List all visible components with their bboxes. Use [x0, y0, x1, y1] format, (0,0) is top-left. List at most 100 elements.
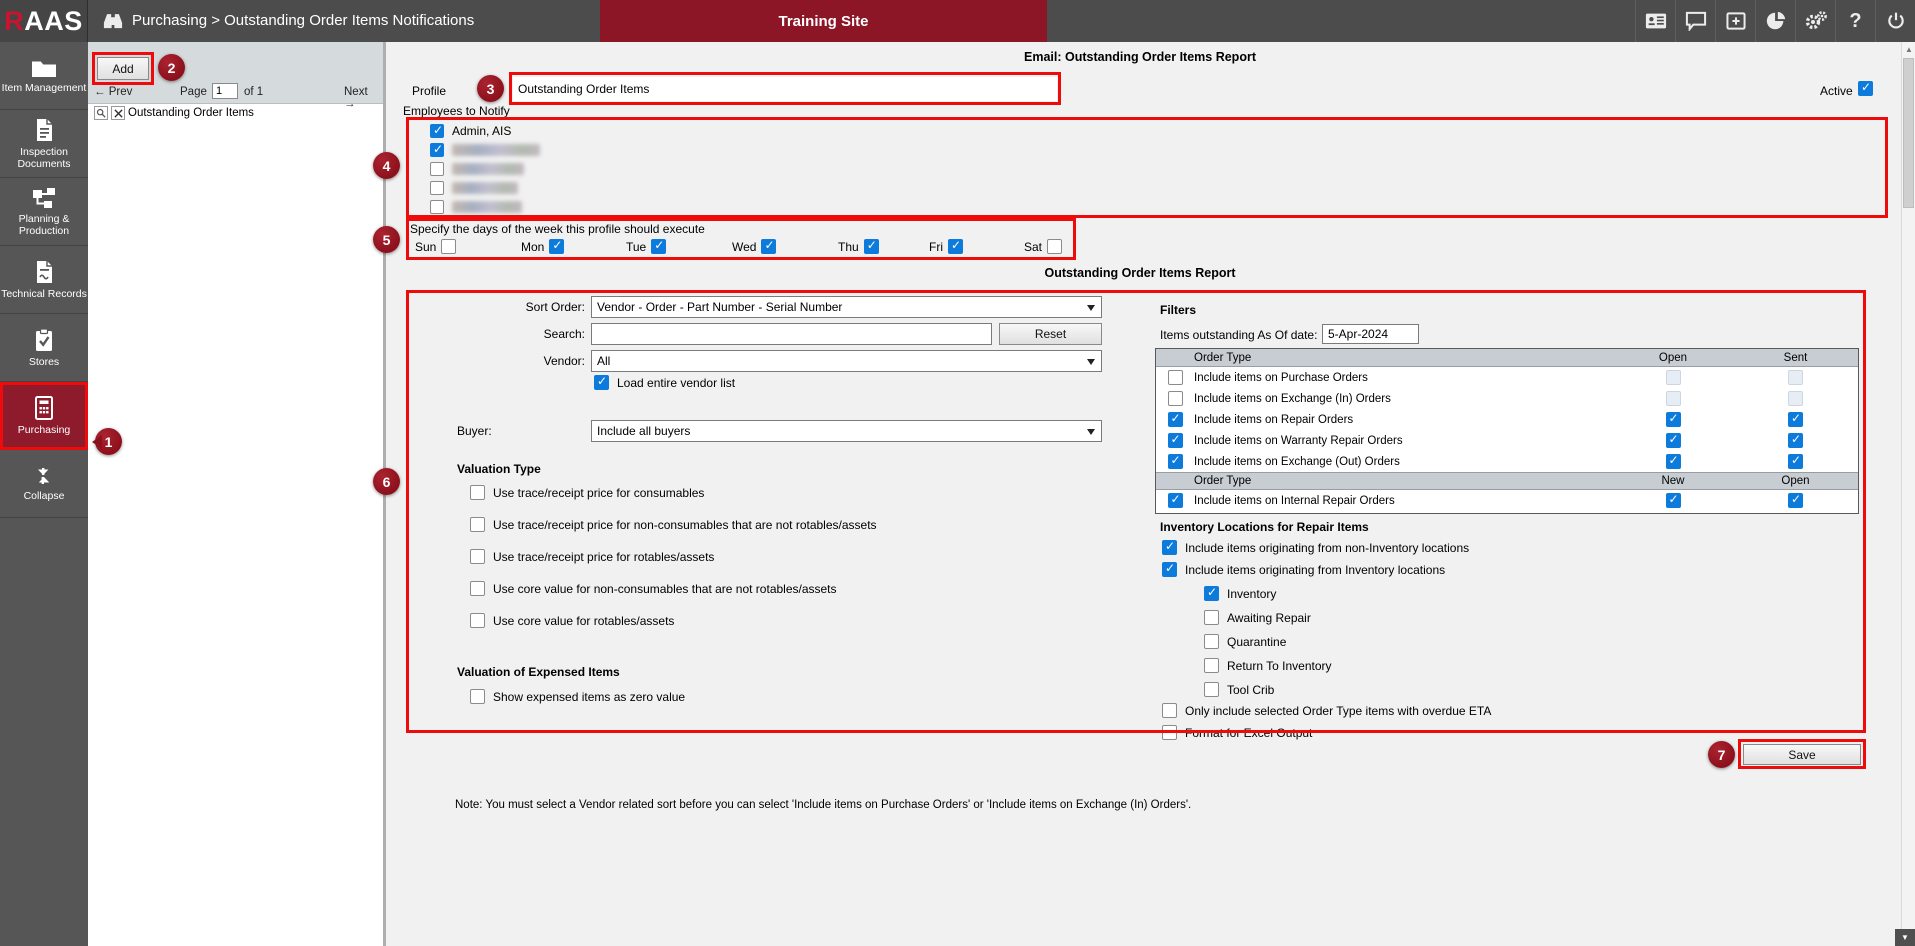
sidebar-item-planning-production[interactable]: Planning & Production [0, 178, 88, 246]
profile-input[interactable] [513, 77, 1057, 101]
power-icon[interactable] [1875, 0, 1915, 42]
order-type-checkbox[interactable] [1168, 454, 1183, 469]
sidebar-item-collapse[interactable]: Collapse [0, 450, 88, 518]
valuation-checkbox[interactable] [470, 485, 485, 500]
valuation-checkbox[interactable] [470, 517, 485, 532]
sidebar-item-label: Stores [29, 356, 59, 368]
non-inventory-option: Include items originating from non-Inven… [1162, 540, 1469, 555]
open-checkbox[interactable] [1666, 454, 1681, 469]
sidebar-item-inspection-documents[interactable]: Inspection Documents [0, 110, 88, 178]
next-page-link[interactable]: Next → [344, 86, 379, 110]
day-checkbox[interactable] [441, 239, 456, 254]
load-vendor-checkbox[interactable] [594, 375, 609, 390]
day-checkbox[interactable] [549, 239, 564, 254]
pie-chart-icon[interactable] [1755, 0, 1795, 42]
non-inventory-checkbox[interactable] [1162, 540, 1177, 555]
open-checkbox[interactable] [1666, 433, 1681, 448]
prev-page-link[interactable]: ← Prev [94, 86, 132, 98]
sidebar-item-stores[interactable]: Stores [0, 314, 88, 382]
table-row: Include items on Exchange (In) Orders [1156, 388, 1858, 409]
expensed-items-heading: Valuation of Expensed Items [457, 665, 620, 679]
id-card-icon[interactable] [1635, 0, 1675, 42]
sent-checkbox[interactable] [1788, 412, 1803, 427]
employee-checkbox[interactable] [430, 181, 444, 195]
quarantine-checkbox[interactable] [1204, 634, 1219, 649]
raas-logo[interactable]: RAAS [0, 0, 88, 42]
valuation-option-label: Use trace/receipt price for rotables/ass… [493, 550, 714, 564]
valuation-checkbox[interactable] [470, 613, 485, 628]
day-sun: Sun [415, 239, 456, 254]
day-checkbox[interactable] [1047, 239, 1062, 254]
sidebar-item-item-management[interactable]: Item Management [0, 42, 88, 110]
sidebar-item-purchasing[interactable]: Purchasing [0, 382, 88, 450]
vertical-scrollbar[interactable]: ▲ [1901, 42, 1915, 929]
table-row: Include items on Purchase Orders [1156, 367, 1858, 388]
topbar-icon-strip: ? [1635, 0, 1915, 42]
valuation-checkbox[interactable] [470, 581, 485, 596]
page-of-label: of 1 [244, 86, 263, 98]
open-checkbox[interactable] [1788, 493, 1803, 508]
magnifier-icon[interactable] [94, 106, 108, 120]
open-header: Open [1613, 352, 1733, 364]
employee-row [430, 181, 518, 195]
order-type-checkbox[interactable] [1168, 433, 1183, 448]
tool-crib-checkbox[interactable] [1204, 682, 1219, 697]
active-checkbox[interactable] [1858, 81, 1873, 96]
employee-row: Admin, AIS [430, 124, 511, 138]
sub-location-label: Quarantine [1227, 635, 1286, 649]
day-checkbox[interactable] [651, 239, 666, 254]
order-type-checkbox[interactable] [1168, 370, 1183, 385]
order-type-label: Include items on Internal Repair Orders [1194, 495, 1613, 507]
day-checkbox[interactable] [948, 239, 963, 254]
profile-list-item-label: Outstanding Order Items [128, 107, 254, 119]
reset-button[interactable]: Reset [999, 323, 1102, 345]
valuation-checkbox[interactable] [470, 549, 485, 564]
add-window-icon[interactable] [1715, 0, 1755, 42]
inventory-locations-checkbox[interactable] [1162, 562, 1177, 577]
order-type-checkbox[interactable] [1168, 493, 1183, 508]
settings-gears-icon[interactable] [1795, 0, 1835, 42]
profile-list-item[interactable]: Outstanding Order Items [94, 106, 254, 120]
excel-output-checkbox[interactable] [1162, 725, 1177, 740]
add-button[interactable]: Add [97, 57, 149, 80]
delete-x-icon[interactable] [111, 106, 125, 120]
valuation-option-label: Use trace/receipt price for non-consumab… [493, 518, 877, 532]
record-document-icon [34, 260, 54, 284]
calculator-icon [34, 396, 54, 420]
sidebar-item-technical-records[interactable]: Technical Records [0, 246, 88, 314]
overdue-eta-checkbox[interactable] [1162, 703, 1177, 718]
callout-1: 1 [95, 428, 122, 455]
sent-checkbox[interactable] [1788, 433, 1803, 448]
employee-row [430, 162, 524, 176]
employee-checkbox[interactable] [430, 143, 444, 157]
inventory-checkbox[interactable] [1204, 586, 1219, 601]
new-checkbox[interactable] [1666, 493, 1681, 508]
chat-icon[interactable] [1675, 0, 1715, 42]
page-number-input[interactable] [212, 83, 238, 99]
day-checkbox[interactable] [864, 239, 879, 254]
expensed-checkbox[interactable] [470, 689, 485, 704]
search-input[interactable] [591, 323, 992, 345]
sent-checkbox[interactable] [1788, 454, 1803, 469]
order-type-checkbox[interactable] [1168, 391, 1183, 406]
profile-label: Profile [412, 84, 446, 98]
return-to-inventory-checkbox[interactable] [1204, 658, 1219, 673]
scroll-corner-dropdown[interactable]: ▼ [1895, 929, 1915, 946]
order-type-checkbox[interactable] [1168, 412, 1183, 427]
day-label: Sun [415, 240, 436, 254]
employee-checkbox[interactable] [430, 124, 444, 138]
scrollbar-thumb[interactable] [1903, 58, 1914, 208]
day-checkbox[interactable] [761, 239, 776, 254]
employee-checkbox[interactable] [430, 200, 444, 214]
asof-date-input[interactable] [1322, 324, 1419, 344]
open-checkbox[interactable] [1666, 412, 1681, 427]
employee-checkbox[interactable] [430, 162, 444, 176]
help-icon[interactable]: ? [1835, 0, 1875, 42]
awaiting-repair-checkbox[interactable] [1204, 610, 1219, 625]
vendor-select[interactable]: All [591, 350, 1102, 372]
buyer-select[interactable]: Include all buyers [591, 420, 1102, 442]
sort-order-select[interactable]: Vendor - Order - Part Number - Serial Nu… [591, 296, 1102, 318]
callout-4: 4 [373, 152, 400, 179]
save-button[interactable]: Save [1743, 744, 1861, 765]
scroll-up-arrow[interactable]: ▲ [1902, 42, 1915, 57]
